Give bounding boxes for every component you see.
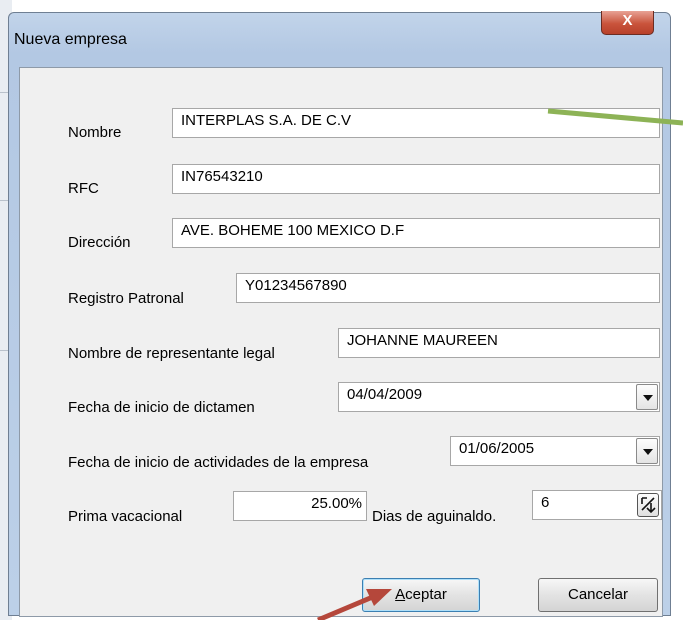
registro-patronal-field[interactable]: Y01234567890 xyxy=(236,273,660,303)
fecha-dictamen-label: Fecha de inicio de dictamen xyxy=(68,399,255,416)
rfc-label: RFC xyxy=(68,180,99,197)
chevron-down-icon[interactable] xyxy=(636,438,658,464)
dias-aguinaldo-stepper[interactable]: 6 xyxy=(532,490,662,520)
prima-vacacional-field[interactable]: 25.00% xyxy=(233,491,367,521)
aceptar-mnemonic: A xyxy=(395,586,406,603)
fecha-actividades-select[interactable]: 01/06/2005 xyxy=(450,436,660,466)
prima-vacacional-label: Prima vacacional xyxy=(68,508,183,525)
fecha-actividades-label: Fecha de inicio de actividades de la emp… xyxy=(68,454,369,471)
close-icon: X xyxy=(622,12,633,29)
dias-aguinaldo-label: Dias de aguinaldo. xyxy=(372,508,497,525)
fecha-dictamen-select[interactable]: 04/04/2009 xyxy=(338,382,660,412)
close-button[interactable]: X xyxy=(601,11,654,35)
spin-arrows-icon[interactable] xyxy=(637,493,659,517)
dialog-title: Nueva empresa xyxy=(14,31,127,48)
registro-patronal-label: Registro Patronal xyxy=(68,290,184,307)
dialog-client-area: Nombre INTERPLAS S.A. DE C.V RFC IN76543… xyxy=(19,67,663,617)
nueva-empresa-dialog: Nueva empresa X Nombre INTERPLAS S.A. DE… xyxy=(8,11,671,617)
rfc-field[interactable]: IN76543210 xyxy=(172,164,660,194)
nombre-label: Nombre xyxy=(68,124,122,141)
representante-legal-label: Nombre de representante legal xyxy=(68,345,275,362)
aceptar-button[interactable]: Aceptar xyxy=(362,578,480,612)
direccion-field[interactable]: AVE. BOHEME 100 MEXICO D.F xyxy=(172,218,660,248)
cancelar-button[interactable]: Cancelar xyxy=(538,578,658,612)
fecha-actividades-value: 01/06/2005 xyxy=(459,440,535,457)
chevron-down-icon[interactable] xyxy=(636,384,658,410)
aceptar-label: ceptar xyxy=(405,586,447,603)
direccion-label: Dirección xyxy=(68,234,131,251)
representante-legal-field[interactable]: JOHANNE MAUREEN xyxy=(338,328,660,358)
dias-aguinaldo-value: 6 xyxy=(541,494,550,511)
nombre-field[interactable]: INTERPLAS S.A. DE C.V xyxy=(172,108,660,138)
spin-arrows-glyph xyxy=(641,497,656,514)
fecha-dictamen-value: 04/04/2009 xyxy=(347,386,423,403)
